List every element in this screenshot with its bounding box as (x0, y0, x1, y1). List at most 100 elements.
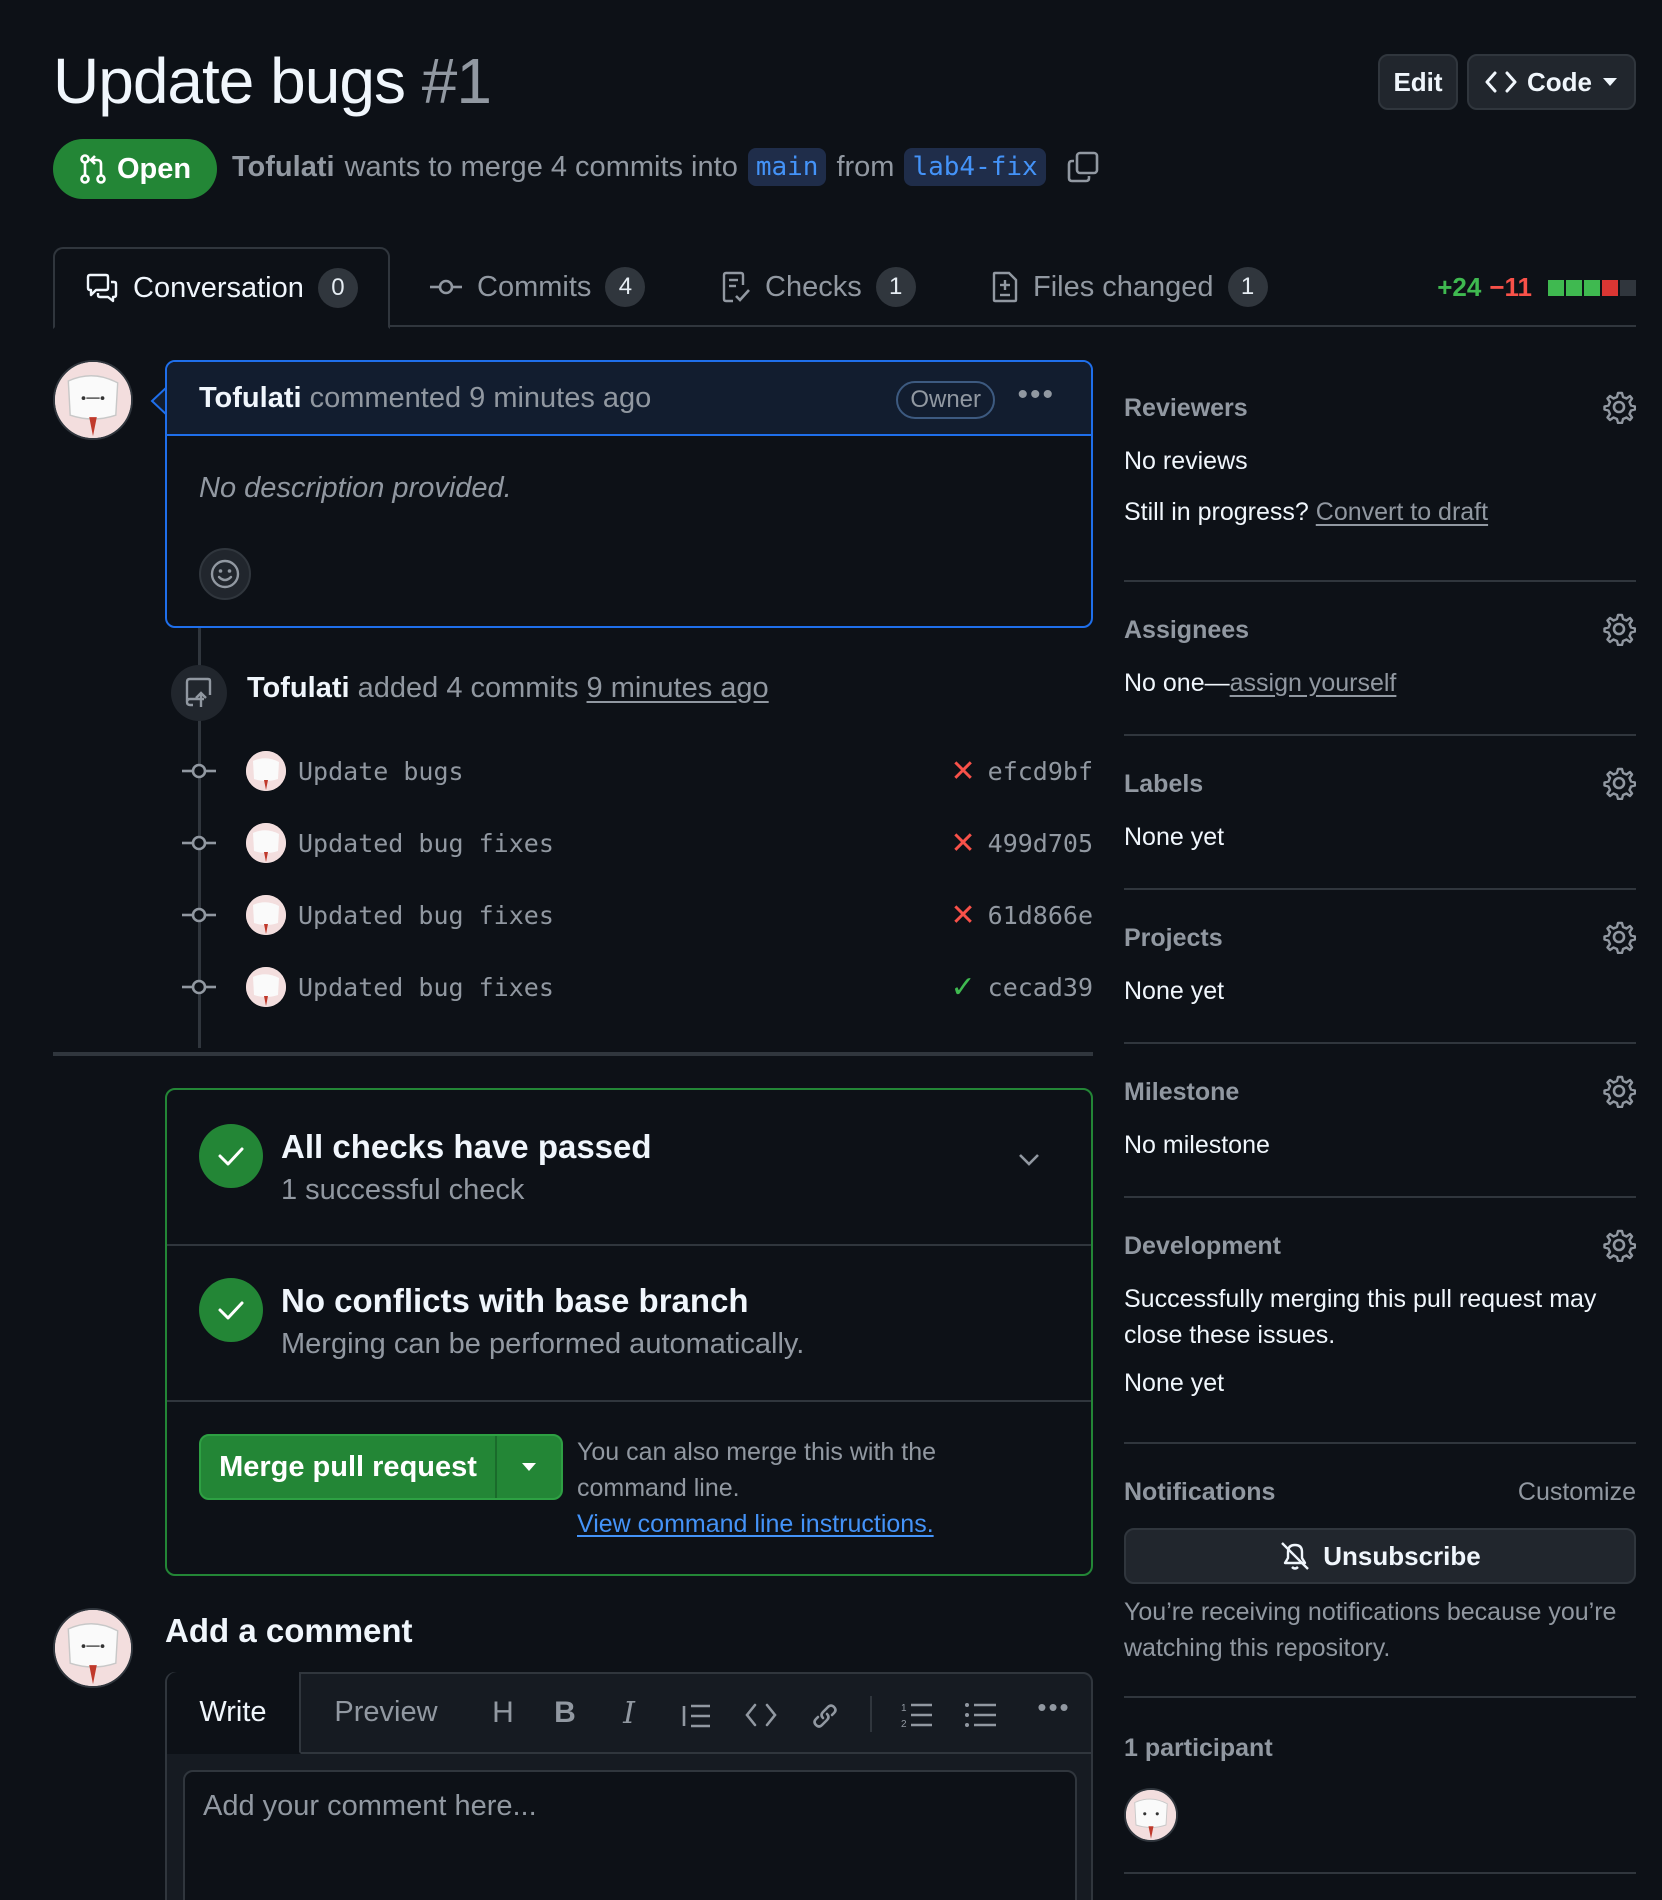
commit-message-link[interactable]: Updated bug fixes (298, 901, 554, 930)
avatar-image (246, 751, 286, 791)
timeline-divider (53, 1052, 1093, 1056)
tab-write[interactable]: Write (167, 1672, 301, 1754)
tab-files-changed[interactable]: Files changed 1 (991, 247, 1268, 327)
commit-author-avatar[interactable] (246, 895, 286, 935)
check-circle-icon (199, 1124, 263, 1188)
labels-heading[interactable]: Labels (1124, 770, 1636, 799)
commit-message-link[interactable]: Update bugs (298, 757, 464, 786)
bold-icon[interactable]: B (547, 1696, 583, 1730)
diffstat-block (1566, 279, 1582, 296)
tab-conversation-label: Conversation (133, 271, 304, 304)
development-heading[interactable]: Development (1124, 1232, 1636, 1261)
sidebar-assignees: Assignees No one—assign yourself (1124, 613, 1636, 698)
commit-author-avatar[interactable] (246, 823, 286, 863)
commit-sha-link[interactable]: efcd9bf (988, 757, 1093, 786)
pr-tabs: Conversation 0 Commits 4 Checks 1 Files … (53, 247, 1636, 329)
check-icon[interactable]: ✓ (951, 970, 976, 1005)
comment-discussion-icon (86, 273, 118, 303)
timeline-time-link[interactable]: 9 minutes ago (587, 672, 769, 704)
comment-textarea[interactable]: Add your comment here... (183, 1770, 1077, 1900)
italic-icon[interactable]: I (611, 1696, 647, 1731)
participant-avatar[interactable] (1124, 1788, 1178, 1842)
check-circle-icon (199, 1278, 263, 1342)
gear-icon[interactable] (1602, 1074, 1636, 1108)
reviewers-heading[interactable]: Reviewers (1124, 394, 1636, 423)
timeline-action: added 4 commits (357, 672, 579, 704)
x-icon[interactable]: ✕ (951, 898, 976, 933)
unsubscribe-button[interactable]: Unsubscribe (1124, 1528, 1636, 1584)
command-line-instructions-link[interactable]: View command line instructions. (577, 1510, 934, 1538)
heading-icon[interactable]: H (485, 1696, 521, 1730)
pr-state-label: Open (116, 152, 192, 185)
add-reaction-button[interactable] (199, 548, 251, 600)
sidebar-divider (1124, 1442, 1636, 1444)
conflicts-subtitle: Merging can be performed automatically. (281, 1328, 805, 1360)
pr-author-link[interactable]: Tofulati (232, 151, 335, 184)
diffstat-deletions: −11 (1489, 272, 1532, 302)
kebab-horizontal-icon[interactable]: ••• (1017, 378, 1055, 412)
merge-hint: You can also merge this with the command… (577, 1434, 977, 1542)
code-button-label: Code (1527, 66, 1592, 97)
commit-author-avatar[interactable] (246, 967, 286, 1007)
avatar-image (246, 967, 286, 1007)
commit-status-sha: ✕ efcd9bf (951, 754, 1094, 789)
tab-checks[interactable]: Checks 1 (721, 247, 916, 327)
timeline-author[interactable]: Tofulati (247, 672, 350, 704)
git-commit-icon (182, 979, 216, 995)
comment-timestamp: commented 9 minutes ago (309, 381, 652, 414)
pr-state-badge: Open (53, 139, 217, 199)
customize-notifications-link[interactable]: Customize (1518, 1478, 1636, 1507)
commit-sha-link[interactable]: 61d866e (988, 901, 1093, 930)
commit-sha-link[interactable]: 499d705 (988, 829, 1093, 858)
merge-pull-request-button[interactable]: Merge pull request (201, 1436, 497, 1498)
pr-title: Update bugs (53, 45, 406, 117)
tab-preview[interactable]: Preview (301, 1672, 471, 1752)
link-icon[interactable] (807, 1700, 843, 1732)
tab-commits[interactable]: Commits 4 (429, 247, 646, 327)
edit-button[interactable]: Edit (1378, 54, 1458, 110)
comment-author[interactable]: Tofulati (199, 382, 302, 415)
code-button[interactable]: Code (1467, 54, 1636, 110)
avatar[interactable] (53, 360, 133, 440)
milestone-heading[interactable]: Milestone (1124, 1078, 1636, 1107)
copy-icon[interactable] (1066, 150, 1100, 184)
checks-subtitle: 1 successful check (281, 1174, 525, 1206)
x-icon[interactable]: ✕ (951, 826, 976, 861)
quote-icon[interactable] (679, 1702, 715, 1730)
list-unordered-icon[interactable] (963, 1700, 999, 1730)
assignees-heading[interactable]: Assignees (1124, 616, 1636, 645)
assign-yourself-link[interactable]: assign yourself (1230, 669, 1397, 697)
kebab-horizontal-icon[interactable]: ••• (1029, 1692, 1079, 1723)
commit-message-link[interactable]: Updated bug fixes (298, 829, 554, 858)
commit-status-sha: ✕ 61d866e (951, 898, 1094, 933)
gear-icon[interactable] (1602, 920, 1636, 954)
diffstat-additions: +24 (1437, 272, 1482, 302)
commit-author-avatar[interactable] (246, 751, 286, 791)
projects-heading[interactable]: Projects (1124, 924, 1636, 953)
unsubscribe-label: Unsubscribe (1323, 1540, 1481, 1571)
toolbar-separator (870, 1696, 872, 1732)
convert-to-draft-link[interactable]: Convert to draft (1316, 498, 1488, 526)
gear-icon[interactable] (1602, 1228, 1636, 1262)
checks-section[interactable]: All checks have passed 1 successful chec… (167, 1090, 1091, 1246)
list-ordered-icon[interactable]: 1 2 (899, 1700, 935, 1730)
commit-message-link[interactable]: Updated bug fixes (298, 973, 554, 1002)
avatar (53, 1608, 133, 1688)
reviewers-value: No reviews (1124, 447, 1248, 475)
chevron-down-icon[interactable] (1017, 1152, 1041, 1168)
bell-slash-icon (1281, 1542, 1310, 1570)
gear-icon[interactable] (1602, 766, 1636, 800)
gear-icon[interactable] (1602, 612, 1636, 646)
add-comment-heading: Add a comment (165, 1612, 413, 1649)
checks-title: All checks have passed (281, 1128, 652, 1165)
merge-method-dropdown[interactable] (497, 1436, 561, 1498)
gear-icon[interactable] (1602, 390, 1636, 424)
commit-sha-link[interactable]: cecad39 (988, 973, 1093, 1002)
base-branch[interactable]: main (747, 148, 827, 186)
head-branch[interactable]: lab4-fix (904, 148, 1046, 186)
page-title: Update bugs #1 (53, 44, 492, 118)
code-icon[interactable] (743, 1702, 779, 1728)
x-icon[interactable]: ✕ (951, 754, 976, 789)
tab-conversation[interactable]: Conversation 0 (53, 247, 390, 329)
merge-button-group: Merge pull request (199, 1434, 563, 1500)
